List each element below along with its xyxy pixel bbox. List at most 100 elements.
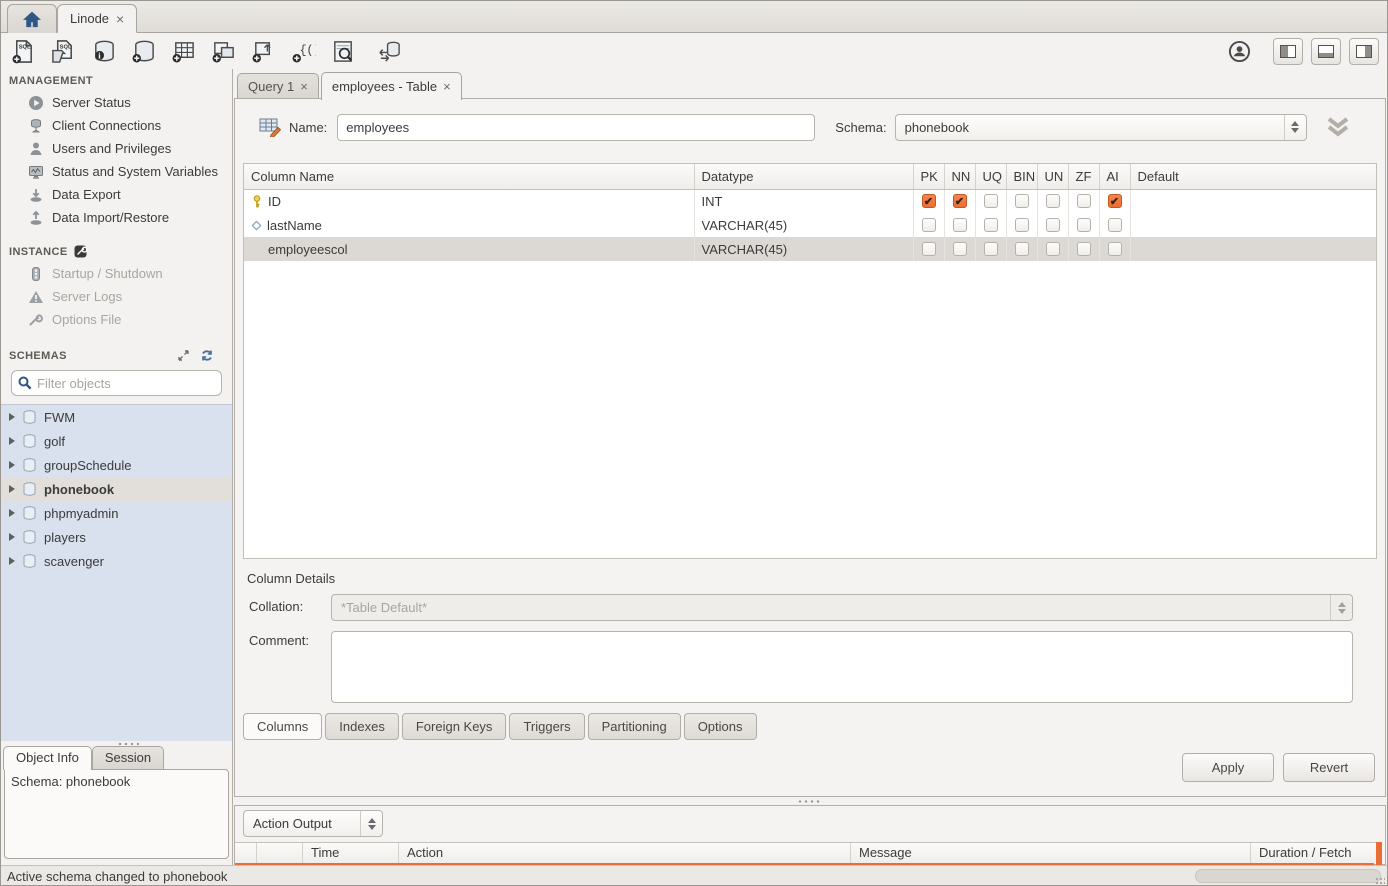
col-header-default[interactable]: Default xyxy=(1130,164,1376,189)
sidebar-item-startup-shutdown[interactable]: Startup / Shutdown xyxy=(1,262,232,285)
comment-textarea[interactable] xyxy=(331,631,1353,703)
expander-icon[interactable] xyxy=(9,413,15,421)
output-col-time[interactable]: Time xyxy=(303,843,399,863)
collapse-header-icon[interactable] xyxy=(1325,116,1351,138)
schema-filter-input[interactable] xyxy=(37,376,215,391)
schema-item-phpmyadmin[interactable]: phpmyadmin xyxy=(1,501,232,525)
checkbox-zf[interactable] xyxy=(1077,218,1091,232)
subtab-foreign-keys[interactable]: Foreign Keys xyxy=(402,713,507,740)
action-output-select[interactable]: Action Output xyxy=(243,810,383,837)
checkbox-uq[interactable] xyxy=(984,194,998,208)
checkbox-nn[interactable] xyxy=(953,218,967,232)
schema-item-fwm[interactable]: FWM xyxy=(1,405,232,429)
new-sql-tab-icon[interactable]: SQL xyxy=(9,37,37,65)
column-row-employeescol[interactable]: employeescol VARCHAR(45) xyxy=(244,237,1376,261)
table-name-input[interactable] xyxy=(337,114,815,141)
sidebar-item-data-import[interactable]: Data Import/Restore xyxy=(1,206,232,229)
sidebar-item-users-privileges[interactable]: Users and Privileges xyxy=(1,137,232,160)
open-sql-script-icon[interactable]: SQL xyxy=(49,37,77,65)
checkbox-bin[interactable] xyxy=(1015,194,1029,208)
schema-item-groupschedule[interactable]: groupSchedule xyxy=(1,453,232,477)
tab-object-info[interactable]: Object Info xyxy=(3,746,92,770)
subtab-triggers[interactable]: Triggers xyxy=(509,713,584,740)
checkbox-bin[interactable] xyxy=(1015,218,1029,232)
checkbox-pk[interactable] xyxy=(922,218,936,232)
checkbox-ai[interactable] xyxy=(1108,194,1122,208)
panel-splitter-grip[interactable] xyxy=(117,742,141,746)
col-header-name[interactable]: Column Name xyxy=(244,164,694,189)
subtab-indexes[interactable]: Indexes xyxy=(325,713,399,740)
revert-button[interactable]: Revert xyxy=(1283,753,1375,782)
new-function-icon[interactable]: {()} xyxy=(289,37,317,65)
subtab-columns[interactable]: Columns xyxy=(243,713,322,740)
checkbox-un[interactable] xyxy=(1046,242,1060,256)
column-row-id[interactable]: ID INT xyxy=(244,189,1376,213)
schema-item-players[interactable]: players xyxy=(1,525,232,549)
toggle-right-panel-button[interactable] xyxy=(1349,38,1379,65)
col-header-zf[interactable]: ZF xyxy=(1068,164,1099,189)
refresh-schemas-icon[interactable] xyxy=(200,349,214,362)
checkbox-uq[interactable] xyxy=(984,218,998,232)
apply-button[interactable]: Apply xyxy=(1182,753,1274,782)
checkbox-nn[interactable] xyxy=(953,194,967,208)
checkbox-ai[interactable] xyxy=(1108,242,1122,256)
checkbox-un[interactable] xyxy=(1046,218,1060,232)
sidebar-item-client-connections[interactable]: Client Connections xyxy=(1,114,232,137)
expander-icon[interactable] xyxy=(9,533,15,541)
expander-icon[interactable] xyxy=(9,557,15,565)
col-header-pk[interactable]: PK xyxy=(913,164,944,189)
col-header-ai[interactable]: AI xyxy=(1099,164,1130,189)
close-icon[interactable]: × xyxy=(116,12,124,26)
schema-select[interactable]: phonebook xyxy=(895,114,1307,141)
subtab-partitioning[interactable]: Partitioning xyxy=(588,713,681,740)
close-icon[interactable]: × xyxy=(443,79,451,94)
checkbox-ai[interactable] xyxy=(1108,218,1122,232)
checkbox-zf[interactable] xyxy=(1077,242,1091,256)
expander-icon[interactable] xyxy=(9,485,15,493)
tab-session[interactable]: Session xyxy=(92,746,164,769)
connection-tab[interactable]: Linode × xyxy=(57,4,137,33)
new-view-icon[interactable] xyxy=(209,37,237,65)
output-col-action[interactable]: Action xyxy=(399,843,851,863)
col-header-un[interactable]: UN xyxy=(1037,164,1068,189)
horizontal-scrollbar[interactable] xyxy=(1195,869,1381,883)
checkbox-pk[interactable] xyxy=(922,242,936,256)
output-col-message[interactable]: Message xyxy=(851,843,1251,863)
collation-select[interactable]: *Table Default* xyxy=(331,594,1353,621)
checkbox-zf[interactable] xyxy=(1077,194,1091,208)
checkbox-uq[interactable] xyxy=(984,242,998,256)
checkbox-bin[interactable] xyxy=(1015,242,1029,256)
horizontal-splitter[interactable] xyxy=(234,797,1386,805)
column-row-lastname[interactable]: lastName VARCHAR(45) xyxy=(244,213,1376,237)
column-default[interactable] xyxy=(1130,237,1376,261)
toggle-left-panel-button[interactable] xyxy=(1273,38,1303,65)
sidebar-item-status-system-variables[interactable]: Status and System Variables xyxy=(1,160,232,183)
subtab-options[interactable]: Options xyxy=(684,713,757,740)
sidebar-item-server-status[interactable]: Server Status xyxy=(1,91,232,114)
schema-inspector-icon[interactable] xyxy=(329,37,357,65)
expander-icon[interactable] xyxy=(9,509,15,517)
new-procedure-icon[interactable] xyxy=(249,37,277,65)
col-header-datatype[interactable]: Datatype xyxy=(694,164,913,189)
checkbox-nn[interactable] xyxy=(953,242,967,256)
sidebar-item-server-logs[interactable]: Server Logs xyxy=(1,285,232,308)
column-default[interactable] xyxy=(1130,189,1376,213)
toggle-bottom-panel-button[interactable] xyxy=(1311,38,1341,65)
schema-item-golf[interactable]: golf xyxy=(1,429,232,453)
resize-grip-icon[interactable] xyxy=(1375,877,1385,885)
new-table-icon[interactable] xyxy=(169,37,197,65)
expand-schemas-icon[interactable] xyxy=(177,349,190,362)
tab-query-1[interactable]: Query 1 × xyxy=(237,73,319,99)
column-default[interactable] xyxy=(1130,213,1376,237)
home-tab[interactable] xyxy=(7,4,57,33)
output-scrollbar[interactable] xyxy=(1376,842,1382,867)
database-info-icon[interactable]: i xyxy=(89,37,117,65)
col-header-nn[interactable]: NN xyxy=(944,164,975,189)
new-schema-icon[interactable] xyxy=(129,37,157,65)
expander-icon[interactable] xyxy=(9,461,15,469)
col-header-bin[interactable]: BIN xyxy=(1006,164,1037,189)
col-header-uq[interactable]: UQ xyxy=(975,164,1006,189)
sidebar-item-data-export[interactable]: Data Export xyxy=(1,183,232,206)
data-sync-icon[interactable] xyxy=(375,37,403,65)
checkbox-pk[interactable] xyxy=(922,194,936,208)
